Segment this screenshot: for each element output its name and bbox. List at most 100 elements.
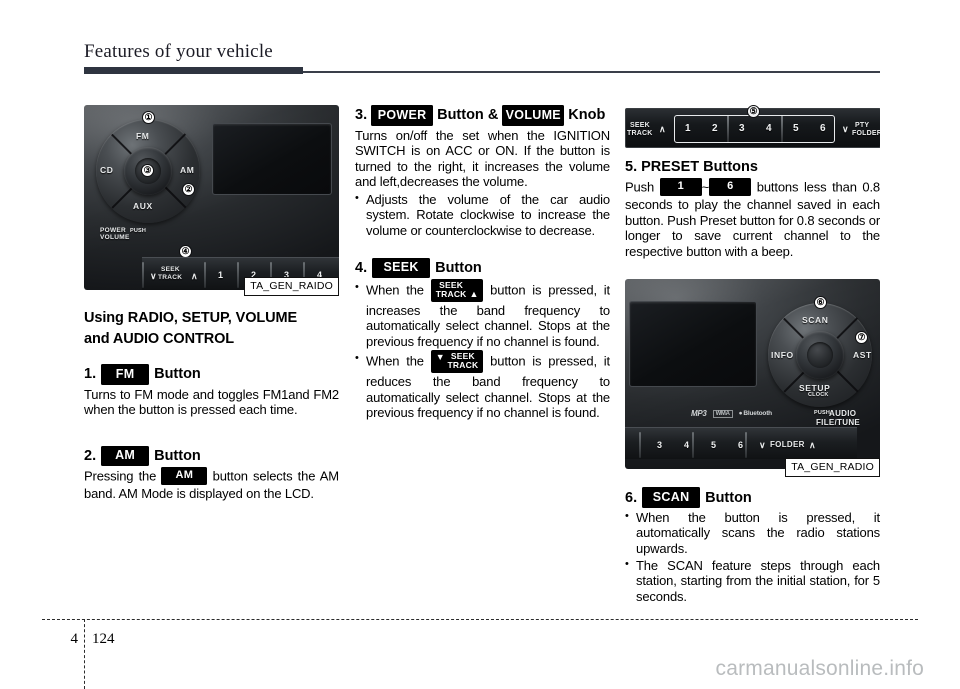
footer-rule (42, 619, 918, 620)
item-4-bullets: When the SEEK TRACK ▲ button is pressed,… (355, 279, 610, 421)
item-3-bullets: Adjusts the volume of the car audio syst… (355, 191, 610, 239)
preset-key-divider (237, 262, 239, 288)
folder-label-bar[interactable]: FOLDER (852, 130, 880, 138)
volume-chip[interactable]: VOLUME (502, 105, 565, 126)
seek-label-bar[interactable]: SEEK (630, 122, 650, 130)
pty-label-bar[interactable]: PTY (855, 122, 869, 130)
item-6-suffix: Button (705, 489, 752, 506)
callout-1: ① (142, 111, 155, 124)
list-item: The SCAN feature steps through each stat… (625, 557, 880, 605)
wma-logo-icon: WMA (712, 409, 733, 418)
column-three: SEEK TRACK ∧ 1 2 3 4 5 6 ∨ PTY FOLDER ⑤ … (625, 105, 880, 613)
seek-up-chevron-icon-1[interactable]: ∧ (191, 271, 198, 282)
preset-strip-2: 3 4 5 6 ∨ FOLDER ∧ (625, 427, 857, 460)
footer-divider (84, 619, 85, 689)
bluetooth-logo-icon: ● Bluetooth (738, 410, 772, 418)
preset-button-6[interactable]: 6 (738, 440, 743, 450)
track-label-1[interactable]: TRACK (158, 274, 182, 281)
aux-button-label-1[interactable]: AUX (133, 201, 153, 211)
scan-button-label-2[interactable]: SCAN (802, 315, 829, 325)
seek-track-down-chip[interactable]: ▼ SEEK TRACK (430, 350, 484, 373)
header-rule-thick (84, 67, 303, 74)
clock-button-label-2[interactable]: CLOCK (808, 392, 829, 398)
item-4-heading: 4. SEEK Button (355, 257, 610, 279)
cd-button-label-1[interactable]: CD (100, 165, 113, 175)
chevron-down-icon: ▼ (435, 351, 445, 362)
figure-caption-radio-2: TA_GEN_RADIO (785, 458, 880, 478)
preset-button-2[interactable]: 2 (712, 123, 718, 134)
preset-button-1[interactable]: 1 (218, 270, 223, 280)
preset-6-chip[interactable]: 6 (709, 178, 752, 196)
item-3-suffix: Knob (568, 107, 606, 124)
item-2-heading: 2. AM Button (84, 445, 339, 467)
preset-button-6[interactable]: 6 (820, 123, 826, 134)
mp3-logo-icon: MP3 (691, 409, 707, 419)
folder-down-chevron-icon-2[interactable]: ∨ (759, 440, 766, 451)
track-line: TRACK (435, 289, 467, 300)
am-chip[interactable]: AM (101, 445, 150, 467)
column-two: 3. POWER Button & VOLUME Knob Turns on/o… (355, 105, 610, 430)
fm-button-label-1[interactable]: FM (136, 131, 149, 141)
power-chip[interactable]: POWER (371, 105, 434, 126)
push-label-1: PUSH (130, 228, 147, 234)
track-line: TRACK (447, 360, 479, 371)
page-title: Features of your vehicle (84, 41, 273, 62)
ast-button-label-2[interactable]: AST (853, 350, 872, 360)
preset-button-4[interactable]: 4 (684, 440, 689, 450)
knob-inner (807, 342, 833, 369)
seek-track-chip-text: SEEK TRACK (447, 351, 479, 371)
watermark: carmanualsonline.info (715, 657, 924, 680)
item-6-bullets: When the button is pressed, it automatic… (625, 509, 880, 605)
list-item: When the ▼ SEEK TRACK button is pressed,… (355, 350, 610, 420)
folder-up-chevron-icon-2[interactable]: ∧ (809, 440, 816, 451)
am-button-label-1[interactable]: AM (180, 165, 194, 175)
preset-key-divider (692, 432, 694, 459)
seek-up-chevron-icon-bar[interactable]: ∧ (659, 125, 666, 134)
radio-unit-1: FM AM CD AUX POWER PUSH VOLUME ① ② ③ ④ ∨… (84, 105, 339, 290)
section-heading-line-2: and AUDIO CONTROL (84, 331, 235, 347)
figure-radio-2: SCAN AST INFO SETUP CLOCK PUSH AUDIO FIL… (625, 279, 880, 478)
figure-caption-radio-1: TA_GEN_RAIDO (244, 277, 339, 296)
preset-button-5[interactable]: 5 (793, 123, 799, 134)
preset-button-1[interactable]: 1 (685, 123, 691, 134)
callout-5: ⑤ (747, 105, 760, 118)
fm-chip[interactable]: FM (101, 364, 150, 385)
column-one: FM AM CD AUX POWER PUSH VOLUME ① ② ③ ④ ∨… (84, 105, 339, 512)
bluetooth-text: Bluetooth (743, 410, 772, 418)
preset-1-chip[interactable]: 1 (659, 178, 702, 196)
callout-3: ③ (141, 164, 154, 177)
radio-unit-2: SCAN AST INFO SETUP CLOCK PUSH AUDIO FIL… (625, 279, 880, 470)
bullet-text-before: When the (366, 282, 424, 298)
preset-key-divider (745, 432, 747, 459)
scan-chip[interactable]: SCAN (642, 487, 701, 508)
item-1-number: 1. (84, 366, 97, 383)
preset-button-3[interactable]: 3 (739, 123, 745, 134)
folder-down-chevron-icon-bar[interactable]: ∨ (842, 125, 849, 134)
item-5-heading: 5. PRESET Buttons (625, 159, 758, 175)
seek-track-chip-text: SEEK TRACK (435, 280, 467, 300)
folder-label-2[interactable]: FOLDER (770, 440, 805, 449)
preset-button-3[interactable]: 3 (657, 440, 662, 450)
section-heading-line-1: Using RADIO, SETUP, VOLUME (84, 310, 298, 326)
callout-2: ② (182, 183, 195, 196)
item-2-body: Pressing the AM button selects the AM ba… (84, 467, 339, 502)
lcd-display-1 (212, 123, 332, 195)
preset-key-divider (142, 262, 144, 288)
figure-preset-bar: SEEK TRACK ∧ 1 2 3 4 5 6 ∨ PTY FOLDER ⑤ (625, 105, 880, 151)
info-button-label-2[interactable]: INFO (771, 350, 794, 360)
preset-button-4[interactable]: 4 (766, 123, 772, 134)
item-3-heading: 3. POWER Button & VOLUME Knob (355, 105, 610, 126)
preset-key-divider (204, 262, 206, 288)
seek-label-1[interactable]: SEEK (161, 266, 180, 273)
preset-button-5[interactable]: 5 (711, 440, 716, 450)
media-format-logos: MP3 WMA ● Bluetooth (691, 409, 772, 418)
track-label-bar[interactable]: TRACK (627, 130, 653, 138)
am-chip-inline[interactable]: AM (161, 467, 208, 486)
seek-down-chevron-icon-1[interactable]: ∨ (150, 271, 157, 282)
preset-key-divider (781, 116, 783, 142)
seek-track-up-chip[interactable]: SEEK TRACK ▲ (430, 279, 484, 302)
seek-chip[interactable]: SEEK (372, 257, 431, 279)
